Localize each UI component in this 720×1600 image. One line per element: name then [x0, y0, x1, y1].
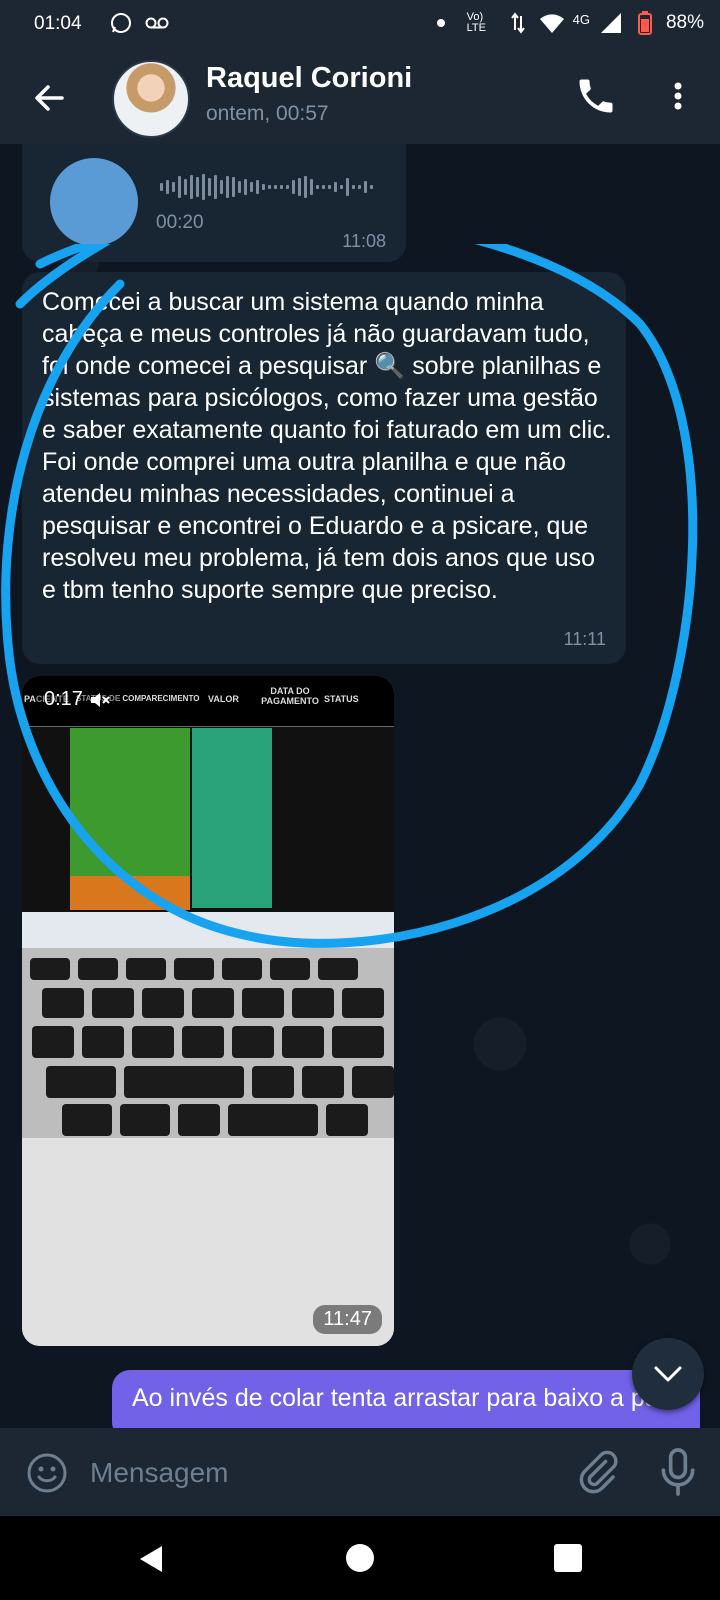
video-counter: 0:17 [36, 686, 119, 713]
message-text: Comecei a buscar um sistema quando minha… [42, 288, 612, 604]
laptop-taskbar [22, 912, 394, 948]
status-time: 01:04 [34, 13, 82, 34]
back-arrow-icon[interactable] [28, 76, 72, 120]
voicemail-icon [144, 10, 170, 36]
waveform[interactable] [160, 172, 400, 202]
muted-icon[interactable] [89, 688, 111, 710]
battery-icon [632, 10, 658, 36]
emoji-icon[interactable] [24, 1450, 70, 1496]
status-bar: 01:04 Vo) LTE 4G 88% [0, 0, 720, 48]
avatar[interactable] [112, 60, 190, 138]
chat-header: Raquel Corioni ontem, 00:57 [0, 48, 720, 144]
system-navigation-bar [0, 1516, 720, 1600]
video-message-bubble[interactable]: PACIENTE STATUS DE COMPARECIMENTO VALOR … [22, 676, 394, 1346]
voice-duration: 00:20 [156, 212, 204, 233]
sheet-col-data-pagamento: DATA DO PAGAMENTO [261, 686, 319, 706]
nav-recents-icon[interactable] [554, 1544, 582, 1572]
nav-home-icon[interactable] [346, 1544, 374, 1572]
battery-percent: 88% [665, 12, 704, 33]
sheet-col-valor: VALOR [208, 694, 239, 704]
volte-label: Vo) LTE [466, 11, 486, 34]
video-thumbnail-screen: PACIENTE STATUS DE COMPARECIMENTO VALOR … [22, 676, 394, 948]
voice-message-bubble: 00:20 11:08 [22, 144, 406, 262]
text-message-bubble[interactable]: Comecei a buscar um sistema quando minha… [22, 272, 626, 664]
paperclip-icon[interactable] [574, 1448, 620, 1496]
wifi-icon [539, 10, 565, 36]
chat-area[interactable]: 00:20 11:08 Comecei a buscar um sistema … [0, 144, 720, 1428]
message-time: 11:08 [342, 231, 386, 251]
data-arrows-icon [505, 10, 531, 36]
message-time: 11:11 [563, 629, 606, 649]
dot-icon [436, 19, 445, 27]
message-composer [0, 1428, 720, 1516]
message-time: 11:47 [313, 1305, 382, 1334]
sheet-orange-cells [70, 876, 190, 910]
play-button[interactable] [50, 158, 138, 246]
laptop-keyboard [22, 948, 394, 1138]
chevron-down-icon [652, 1360, 684, 1393]
more-vertical-icon[interactable] [664, 74, 692, 118]
nav-back-icon[interactable] [136, 1544, 166, 1574]
whatsapp-icon [108, 10, 134, 36]
sheet-col-status: STATUS [324, 694, 359, 704]
message-text: Ao invés de colar tenta arrastar para ba… [132, 1384, 692, 1412]
signal-icon [598, 10, 624, 36]
network-type-label: 4G [572, 11, 590, 27]
outgoing-message-bubble[interactable]: Ao invés de colar tenta arrastar para ba… [112, 1370, 700, 1428]
contact-name[interactable]: Raquel Corioni [206, 62, 412, 95]
last-seen: ontem, 00:57 [206, 102, 329, 125]
phone-icon[interactable] [574, 74, 618, 118]
message-input[interactable] [88, 1450, 532, 1496]
sheet-teal-column [192, 728, 272, 908]
scroll-to-bottom-button[interactable] [632, 1338, 704, 1410]
microphone-icon[interactable] [656, 1446, 700, 1498]
